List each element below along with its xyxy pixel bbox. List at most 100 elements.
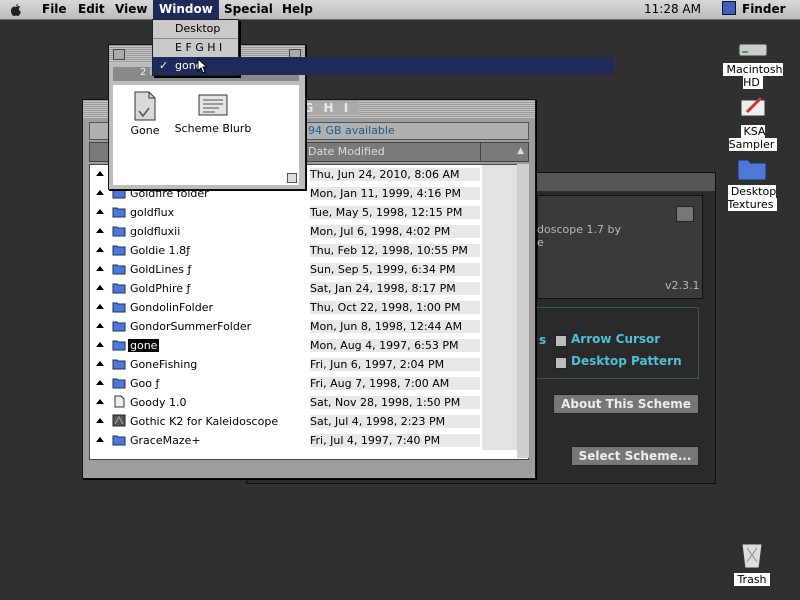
apple-menu-icon[interactable] — [10, 3, 22, 16]
disclosure-triangle-icon[interactable] — [96, 190, 104, 195]
disclosure-triangle-icon[interactable] — [96, 171, 104, 176]
list-row[interactable]: GoneFishing Fri, Jun 6, 1997, 2:04 PM — [90, 355, 528, 374]
disclosure-triangle-icon[interactable] — [96, 361, 104, 366]
scheme-blurb-label: Scheme Blurb — [174, 122, 252, 135]
disclosure-triangle-icon[interactable] — [96, 228, 104, 233]
sort-direction-icon[interactable]: ▲ — [517, 146, 524, 156]
folder-icon — [112, 338, 126, 351]
list-row-extra-column — [482, 374, 518, 393]
disclosure-triangle-icon[interactable] — [96, 323, 104, 328]
list-row[interactable]: Goody 1.0 Sat, Nov 28, 1998, 1:50 PM — [90, 393, 528, 412]
scheme-icon — [112, 414, 126, 427]
disclosure-triangle-icon[interactable] — [96, 342, 104, 347]
list-row-date: Mon, Jan 11, 1999, 4:16 PM — [310, 187, 480, 200]
disclosure-triangle-icon[interactable] — [96, 247, 104, 252]
disclosure-triangle-icon[interactable] — [96, 418, 104, 423]
list-row-name: Gothic K2 for Kaleidoscope — [130, 415, 279, 428]
desktop-icon-macintosh-hd[interactable]: Macintosh HD — [716, 40, 790, 89]
list-row[interactable]: GoldPhire ƒ Sat, Jan 24, 1998, 8:17 PM — [90, 279, 528, 298]
list-row[interactable]: GraceMaze+ Fri, Jul 4, 1997, 7:40 PM — [90, 431, 528, 450]
gone-window-contents: Gone Scheme Blurb — [113, 85, 299, 185]
list-row-date: Tue, May 5, 1998, 12:15 PM — [310, 206, 480, 219]
document-icon — [134, 91, 156, 121]
file-list[interactable]: Thu, Jun 24, 2010, 8:06 AM Goldfire folde… — [89, 164, 529, 460]
scheme-blurb-document[interactable]: Scheme Blurb — [173, 91, 253, 135]
menu-clock[interactable]: 11:28 AM — [644, 0, 701, 19]
list-row-name: GondolinFolder — [130, 301, 214, 314]
menu-bar: File Edit View Window Special Help 11:28… — [0, 0, 800, 20]
list-row-date: Thu, Feb 12, 1998, 10:55 PM — [310, 244, 480, 257]
disclosure-triangle-icon[interactable] — [96, 437, 104, 442]
desktop-label-macintosh-hd: Macintosh HD — [723, 63, 783, 89]
list-row-extra-column — [482, 165, 518, 184]
list-row[interactable]: goldflux Tue, May 5, 1998, 12:15 PM — [90, 203, 528, 222]
application-menu[interactable]: Finder — [722, 0, 786, 19]
list-row-extra-column — [482, 203, 518, 222]
disclosure-triangle-icon[interactable] — [96, 399, 104, 404]
list-row[interactable]: GoldLines ƒ Sun, Sep 5, 1999, 6:34 PM — [90, 260, 528, 279]
list-row-name: Goldie 1.8ƒ — [130, 244, 190, 257]
disclosure-triangle-icon[interactable] — [96, 304, 104, 309]
list-row-date: Sat, Nov 28, 1998, 1:50 PM — [310, 396, 480, 409]
list-row-name: GraceMaze+ — [130, 434, 201, 447]
list-row-extra-column — [482, 317, 518, 336]
select-scheme-button[interactable]: Select Scheme... — [571, 446, 699, 466]
list-row-date: Thu, Jun 24, 2010, 8:06 AM — [310, 168, 480, 181]
scheme-version: v2.3.1 — [665, 279, 700, 292]
window-menu-item-desktop-label: Desktop — [175, 22, 221, 35]
list-row-extra-column — [482, 260, 518, 279]
window-menu-item-gone[interactable]: ✓ gone — [153, 57, 613, 75]
menu-view[interactable]: View — [109, 0, 153, 19]
help-icon[interactable] — [676, 206, 694, 222]
resize-grip-icon[interactable] — [287, 173, 297, 183]
window-menu-item-efghi[interactable]: E F G H I — [153, 39, 613, 57]
about-scheme-button[interactable]: About This Scheme — [553, 394, 699, 414]
folder-icon — [112, 262, 126, 275]
list-row-name: Goody 1.0 — [130, 396, 187, 409]
menu-edit[interactable]: Edit — [72, 0, 111, 19]
list-row[interactable]: GondolinFolder Thu, Oct 22, 1998, 1:00 PM — [90, 298, 528, 317]
list-row[interactable]: Goo ƒ Fri, Aug 7, 1998, 7:00 AM — [90, 374, 528, 393]
list-row[interactable]: Goldie 1.8ƒ Thu, Feb 12, 1998, 10:55 PM — [90, 241, 528, 260]
list-row[interactable]: GondorSummerFolder Mon, Jun 8, 1998, 12:4… — [90, 317, 528, 336]
desktop-pattern-checkbox[interactable] — [555, 357, 567, 369]
list-row-extra-column — [482, 222, 518, 241]
gone-document[interactable]: Gone — [125, 91, 165, 137]
vertical-scrollbar[interactable] — [517, 164, 529, 458]
disclosure-triangle-icon[interactable] — [96, 285, 104, 290]
list-row-name: GoldLines ƒ — [130, 263, 192, 276]
column-divider — [480, 143, 481, 161]
column-date-modified[interactable]: Date Modified — [308, 145, 385, 158]
list-row[interactable]: gone Mon, Aug 4, 1997, 6:53 PM — [90, 336, 528, 355]
list-row-date: Thu, Oct 22, 1998, 1:00 PM — [310, 301, 480, 314]
list-row-date: Mon, Jul 6, 1998, 4:02 PM — [310, 225, 480, 238]
window-menu-item-desktop[interactable]: Desktop — [153, 20, 613, 38]
list-row-extra-column — [482, 241, 518, 260]
list-row-date: Sat, Jul 4, 1998, 2:23 PM — [310, 415, 480, 428]
close-box-icon[interactable] — [113, 49, 125, 60]
menu-file[interactable]: File — [36, 0, 73, 19]
folder-icon — [112, 205, 126, 218]
disclosure-triangle-icon[interactable] — [96, 209, 104, 214]
desktop-icon-ksa-sampler[interactable]: KSA Sampler — [716, 92, 790, 151]
menu-help[interactable]: Help — [276, 0, 319, 19]
hard-disk-icon — [738, 43, 768, 57]
list-row[interactable]: goldfluxii Mon, Jul 6, 1998, 4:02 PM — [90, 222, 528, 241]
desktop-icon-trash[interactable]: Trash — [722, 540, 782, 586]
disclosure-triangle-icon[interactable] — [96, 266, 104, 271]
arrow-cursor-checkbox[interactable] — [555, 335, 567, 347]
desktop-icon-desktop-textures[interactable]: Desktop Textures — [706, 152, 798, 211]
window-menu-dropdown: Desktop E F G H I ✓ gone — [152, 19, 613, 76]
disk-space-text: 94 GB available — [308, 124, 395, 137]
menu-special[interactable]: Special — [218, 0, 279, 19]
folder-icon — [112, 281, 126, 294]
list-row-extra-column — [482, 184, 518, 203]
list-row-date: Fri, Jul 4, 1997, 7:40 PM — [310, 434, 480, 447]
list-row-extra-column — [482, 412, 518, 431]
list-row-date: Sun, Sep 5, 1999, 6:34 PM — [310, 263, 480, 276]
list-row-extra-column — [482, 336, 518, 355]
list-row-name: Goo ƒ — [130, 377, 160, 390]
disclosure-triangle-icon[interactable] — [96, 380, 104, 385]
menu-window[interactable]: Window — [153, 0, 219, 19]
list-row[interactable]: Gothic K2 for Kaleidoscope Sat, Jul 4, 19… — [90, 412, 528, 431]
